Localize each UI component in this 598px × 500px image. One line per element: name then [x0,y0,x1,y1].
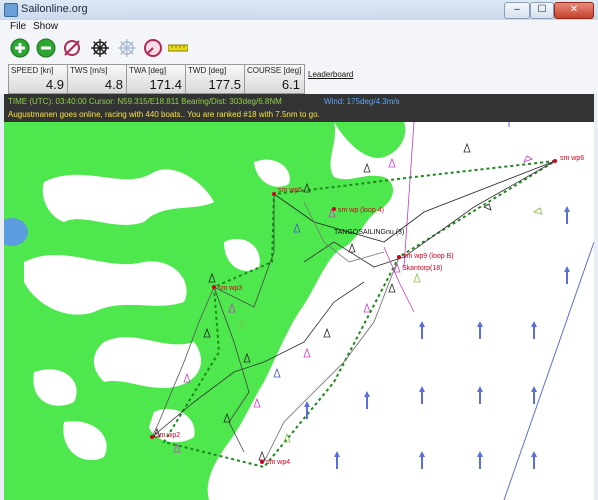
close-button[interactable]: ✕ [554,2,594,19]
app-window: Sailonline.org – ☐ ✕ File Show SPEED [kn… [0,0,598,500]
label-wp4: sm wp4 [266,459,290,466]
twa-label: TWA [deg] [129,66,167,75]
maximize-button[interactable]: ☐ [530,2,554,19]
compass-rose-icon[interactable] [117,38,137,58]
label-wp3: sm wp3 [218,285,242,292]
gauge-icon[interactable] [143,38,163,58]
speed-value: 4.9 [45,77,64,92]
label-boat-tango[interactable]: TANGOSAILINGnu (3) [334,229,404,236]
tws-value: 4.8 [104,77,123,92]
status-bar: TIME (UTC): 03:40:00 Cursor: N59.315/E18… [4,94,594,122]
map-canvas[interactable]: sm wp6 sm wp5 sm wp (loop 4) sm wp3 sm w… [4,122,594,500]
course-label: COURSE [deg] [247,66,302,75]
speed-label: SPEED [kn] [11,66,54,75]
sailing-map[interactable]: sm wp6 sm wp5 sm wp (loop 4) sm wp3 sm w… [4,122,594,500]
time-cursor-info: TIME (UTC): 03:40:00 Cursor: N59.315/E18… [8,97,282,106]
label-wp6: sm wp6 [560,155,584,162]
course-boundary [503,241,594,500]
twd-value: 177.5 [208,77,241,92]
menu-show[interactable]: Show [33,21,58,32]
course-readout: COURSE [deg] 6.1 [244,64,305,94]
twa-value: 171.4 [149,77,182,92]
twa-readout: TWA [deg] 171.4 [126,64,187,94]
speed-readout: SPEED [kn] 4.9 [8,64,69,94]
layline [403,122,415,268]
label-wp5: sm wp5 [278,187,302,194]
steering-wheel-icon[interactable] [90,38,110,58]
minimize-button[interactable]: – [504,2,530,19]
tws-readout: TWS [m/s] 4.8 [67,64,128,94]
label-wp9: sm wp9 (loop B) [403,253,454,260]
twd-readout: TWD [deg] 177.5 [185,64,246,94]
course-value: 6.1 [281,77,300,92]
race-message: Augustmanen goes online, racing with 440… [8,110,320,119]
zoom-out-icon[interactable] [36,38,56,58]
crosshair-icon[interactable] [62,38,82,58]
leaderboard-link[interactable]: Leaderboard [308,70,353,79]
toolbar [0,34,598,63]
tws-label: TWS [m/s] [70,66,108,75]
app-icon [4,3,18,17]
title-bar: Sailonline.org – ☐ ✕ [0,0,598,21]
label-wp2: sm wp2 [156,432,180,439]
instrument-panel: SPEED [kn] 4.9 TWS [m/s] 4.8 TWA [deg] 1… [0,62,598,94]
menu-bar: File Show [0,20,598,35]
zoom-in-icon[interactable] [10,38,30,58]
menu-file[interactable]: File [10,21,26,32]
label-wp-loop4: sm wp (loop 4) [338,207,384,214]
wind-info: Wind: 175deg/4.3m/s [324,97,400,106]
ruler-icon[interactable] [168,44,188,52]
twd-label: TWD [deg] [188,66,227,75]
label-boat-skantorp[interactable]: Skantorp(18) [402,265,442,272]
window-title: Sailonline.org [21,3,88,15]
